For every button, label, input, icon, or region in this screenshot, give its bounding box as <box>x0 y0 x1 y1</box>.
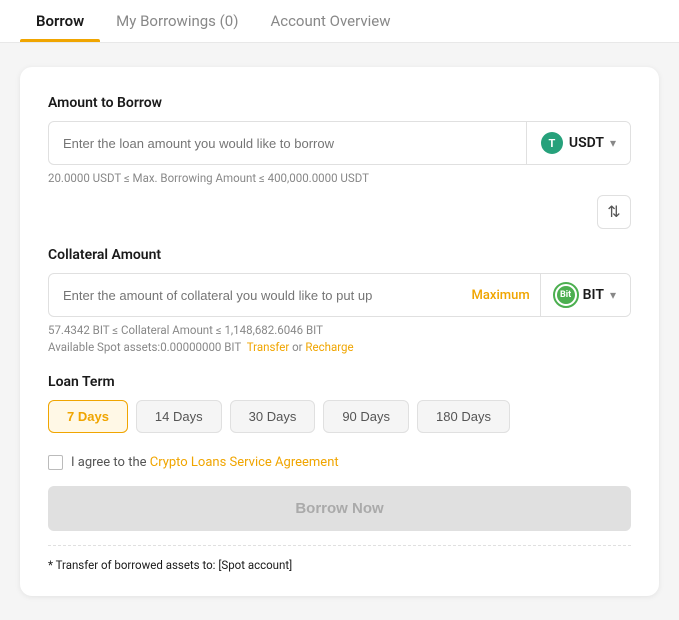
tab-bar: Borrow My Borrowings (0) Account Overvie… <box>0 0 679 43</box>
tab-borrow[interactable]: Borrow <box>20 0 100 42</box>
amount-input-row: T USDT ▾ <box>48 121 631 165</box>
usdt-icon: T <box>541 132 563 154</box>
term-7-days[interactable]: 7 Days <box>48 400 128 433</box>
amount-input[interactable] <box>49 124 526 163</box>
collateral-section-label: Collateral Amount <box>48 247 631 263</box>
collateral-currency-name: BIT <box>583 287 604 303</box>
term-buttons: 7 Days 14 Days 30 Days 90 Days 180 Days <box>48 400 631 433</box>
agreement-row: I agree to the Crypto Loans Service Agre… <box>48 455 631 470</box>
recharge-link[interactable]: Recharge <box>305 340 353 354</box>
footer-note-value: [Spot account] <box>218 558 292 572</box>
amount-hint: 20.0000 USDT ≤ Max. Borrowing Amount ≤ 4… <box>48 171 631 185</box>
collateral-hints: 57.4342 BIT ≤ Collateral Amount ≤ 1,148,… <box>48 323 631 354</box>
amount-currency-selector[interactable]: T USDT ▾ <box>526 122 630 164</box>
agreement-checkbox[interactable] <box>48 455 63 470</box>
amount-currency-name: USDT <box>569 135 604 151</box>
footer-note: * Transfer of borrowed assets to: [Spot … <box>48 545 631 572</box>
collateral-input[interactable] <box>49 276 462 315</box>
spot-assets-row: Available Spot assets:0.00000000 BIT Tra… <box>48 340 631 354</box>
borrow-now-button[interactable]: Borrow Now <box>48 486 631 531</box>
footer-note-prefix: * Transfer of borrowed assets to: <box>48 558 218 572</box>
agreement-text: I agree to the Crypto Loans Service Agre… <box>71 455 339 470</box>
available-spot-label: Available Spot assets: <box>48 340 160 354</box>
loan-term-label: Loan Term <box>48 374 631 390</box>
term-90-days[interactable]: 90 Days <box>323 400 409 433</box>
transfer-link[interactable]: Transfer <box>247 340 290 354</box>
amount-section-label: Amount to Borrow <box>48 95 631 111</box>
loan-term-section: Loan Term 7 Days 14 Days 30 Days 90 Days… <box>48 374 631 433</box>
tab-account-overview[interactable]: Account Overview <box>254 0 406 42</box>
term-180-days[interactable]: 180 Days <box>417 400 510 433</box>
term-14-days[interactable]: 14 Days <box>136 400 222 433</box>
term-30-days[interactable]: 30 Days <box>230 400 316 433</box>
available-spot-value: 0.00000000 BIT <box>160 340 241 354</box>
collateral-input-row: Maximum Bit BIT ▾ <box>48 273 631 317</box>
collateral-currency-chevron: ▾ <box>610 288 616 302</box>
amount-currency-chevron: ▾ <box>610 136 616 150</box>
swap-button[interactable]: ⇅ <box>597 195 631 229</box>
collateral-section: Collateral Amount Maximum Bit BIT ▾ 57.4… <box>48 247 631 354</box>
tab-my-borrowings[interactable]: My Borrowings (0) <box>100 0 254 42</box>
collateral-hint: 57.4342 BIT ≤ Collateral Amount ≤ 1,148,… <box>48 323 631 337</box>
agreement-link[interactable]: Crypto Loans Service Agreement <box>150 455 339 470</box>
swap-row: ⇅ <box>48 195 631 229</box>
maximum-link[interactable]: Maximum <box>462 288 540 303</box>
bit-icon: Bit <box>555 284 577 306</box>
or-label: or <box>292 340 302 354</box>
main-card: Amount to Borrow T USDT ▾ 20.0000 USDT ≤… <box>20 67 659 596</box>
collateral-currency-selector[interactable]: Bit BIT ▾ <box>540 274 630 316</box>
